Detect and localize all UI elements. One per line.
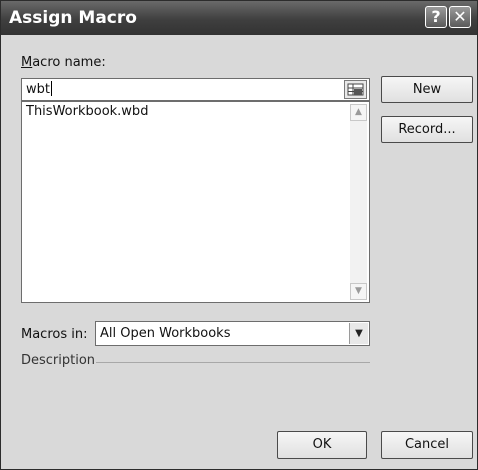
macro-name-value: wbt <box>26 82 50 97</box>
macros-in-select[interactable]: All Open Workbooks ▼ <box>95 321 370 346</box>
new-button-label: New <box>412 82 442 97</box>
dialog-title: Assign Macro <box>9 8 137 28</box>
close-button[interactable]: ✕ <box>449 6 471 28</box>
macro-name-label: Macro name: <box>21 55 106 70</box>
macro-list-scrollbar[interactable]: ▲ ▼ <box>350 104 367 300</box>
record-button[interactable]: Record... <box>381 116 473 143</box>
new-button[interactable]: New <box>381 76 473 103</box>
ok-button-label: OK <box>312 437 332 452</box>
scroll-up-button[interactable]: ▲ <box>350 104 367 121</box>
record-button-label: Record... <box>398 122 456 137</box>
title-bar[interactable]: Assign Macro ? ✕ <box>1 1 477 35</box>
dropdown-button[interactable]: ▼ <box>349 323 368 344</box>
help-button[interactable]: ? <box>425 6 447 28</box>
assign-macro-dialog: Assign Macro ? ✕ Macro name: wbt ThisWor… <box>0 0 478 470</box>
macros-in-label: Macros in: <box>21 327 88 342</box>
cancel-button-label: Cancel <box>404 437 450 452</box>
cancel-button[interactable]: Cancel <box>381 431 473 459</box>
help-icon: ? <box>431 7 441 26</box>
chevron-down-icon: ▼ <box>355 286 362 296</box>
scroll-down-button[interactable]: ▼ <box>350 283 367 300</box>
range-picker-icon <box>347 83 364 96</box>
description-label: Description <box>21 353 96 368</box>
close-icon: ✕ <box>453 7 467 26</box>
chevron-down-icon: ▼ <box>355 328 363 339</box>
description-divider <box>96 362 370 363</box>
macros-in-value: All Open Workbooks <box>100 326 231 341</box>
macro-name-input[interactable]: wbt <box>21 78 370 101</box>
ok-button[interactable]: OK <box>277 431 367 459</box>
text-caret <box>50 81 52 96</box>
range-picker-button[interactable] <box>344 80 367 99</box>
list-item[interactable]: ThisWorkbook.wbd <box>26 104 148 119</box>
macro-list[interactable]: ThisWorkbook.wbd ▲ ▼ <box>21 101 370 303</box>
chevron-up-icon: ▲ <box>355 107 362 117</box>
